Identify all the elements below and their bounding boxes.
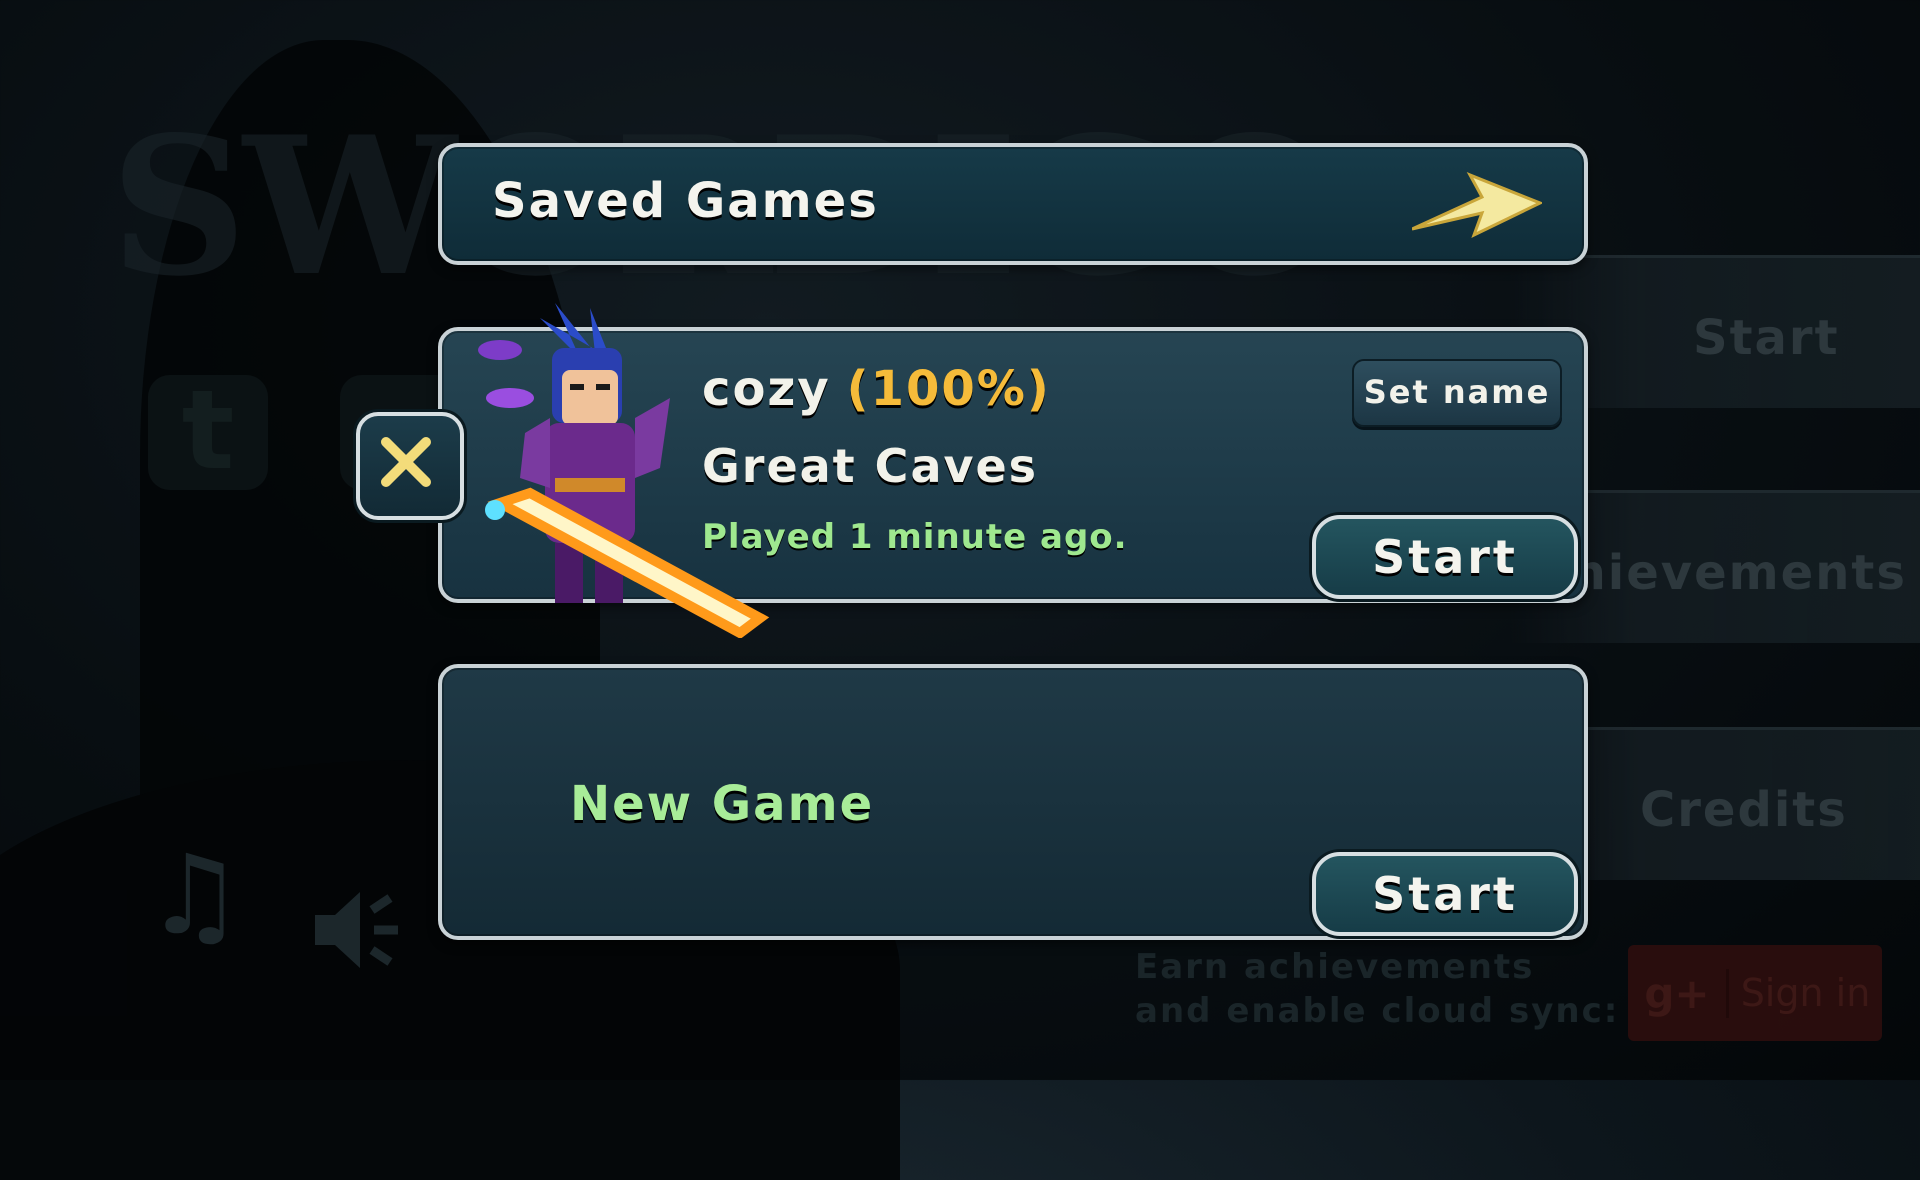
saved-games-header: Saved Games [438,143,1588,265]
set-name-button[interactable]: Set name [1352,359,1562,427]
hero-character-avatar [478,303,770,638]
saved-games-title: Saved Games [492,173,879,229]
save-slot-progress: (100%) [846,361,1051,417]
close-x-icon [381,437,431,487]
new-game-start-button[interactable]: Start [1312,852,1578,936]
new-game-label: New Game [570,776,875,832]
save-slot-start-button[interactable]: Start [1312,515,1578,599]
arrow-right-icon[interactable] [1412,167,1542,239]
delete-save-button[interactable] [356,412,464,520]
